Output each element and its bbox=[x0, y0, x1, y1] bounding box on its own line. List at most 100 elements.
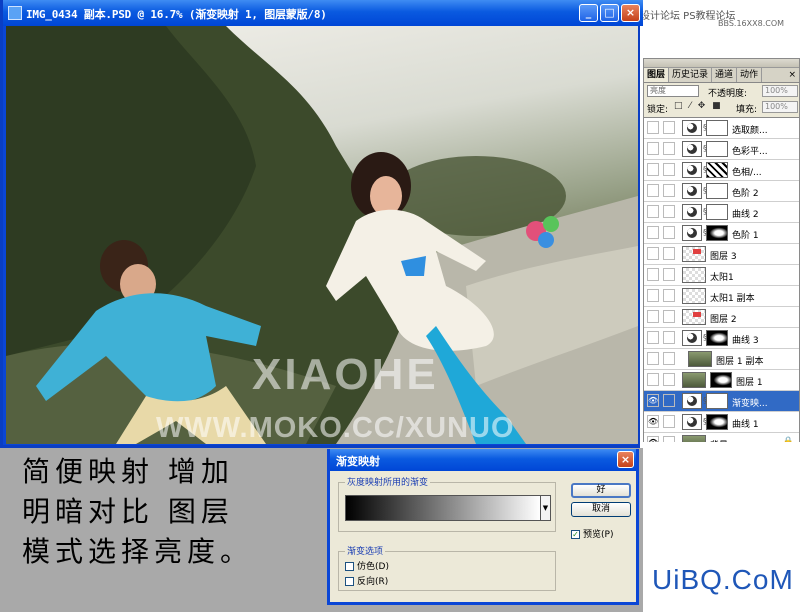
document-titlebar[interactable]: IMG_0434 副本.PSD @ 16.7% (渐变映射 1, 图层蒙版/8)… bbox=[3, 0, 643, 26]
layer-name: 色阶 2 bbox=[732, 189, 759, 199]
layer-mask-thumbnail[interactable] bbox=[706, 183, 728, 199]
fill-label: 填充: bbox=[736, 105, 758, 115]
document-window: IMG_0434 副本.PSD @ 16.7% (渐变映射 1, 图层蒙版/8)… bbox=[0, 0, 643, 448]
dither-option[interactable]: 仿色(D) bbox=[345, 559, 389, 572]
layer-name: 图层 1 bbox=[736, 378, 763, 388]
gradient-dropdown-icon[interactable]: ▼ bbox=[541, 495, 551, 521]
layer-row[interactable]: § 色彩平... bbox=[644, 139, 799, 160]
photo-watermark-main: XIAOHE bbox=[252, 350, 439, 399]
dither-checkbox[interactable] bbox=[345, 562, 354, 571]
dither-label: 仿色(D) bbox=[357, 562, 389, 572]
visibility-eye-icon[interactable] bbox=[647, 352, 659, 365]
gradient-map-dialog: 渐变映射 × 灰度映射所用的渐变 ▼ 渐变选项 仿色(D) 反向(R) 好 取消… bbox=[327, 449, 639, 605]
link-box[interactable] bbox=[663, 121, 675, 134]
visibility-eye-icon[interactable]: 👁 bbox=[647, 415, 659, 428]
caption-line-3: 模式选择亮度。 bbox=[22, 535, 254, 568]
layer-name: 渐变映... bbox=[732, 399, 768, 409]
visibility-eye-icon[interactable] bbox=[647, 289, 659, 302]
layer-row[interactable]: § 选取颜... bbox=[644, 118, 799, 139]
panel-header[interactable] bbox=[644, 59, 799, 68]
visibility-eye-icon[interactable] bbox=[647, 310, 659, 323]
layer-row[interactable]: § 色阶 1 bbox=[644, 223, 799, 244]
layer-row[interactable]: 👁 § 渐变映... bbox=[644, 391, 799, 412]
tab-history[interactable]: 历史记录 bbox=[669, 68, 713, 82]
layer-mask-thumbnail[interactable] bbox=[706, 414, 728, 430]
layer-mask-thumbnail[interactable] bbox=[706, 120, 728, 136]
layer-thumbnail[interactable] bbox=[682, 267, 706, 283]
reverse-option[interactable]: 反向(R) bbox=[345, 574, 388, 587]
layer-mask-thumbnail[interactable] bbox=[710, 372, 732, 388]
layer-thumbnail[interactable] bbox=[688, 351, 712, 367]
layer-row[interactable]: § 曲线 3 bbox=[644, 328, 799, 349]
dialog-titlebar[interactable]: 渐变映射 × bbox=[330, 449, 636, 471]
visibility-eye-icon[interactable] bbox=[647, 268, 659, 281]
layer-thumbnail[interactable] bbox=[682, 309, 706, 325]
layer-row[interactable]: 太阳1 bbox=[644, 265, 799, 286]
panel-close-icon[interactable]: × bbox=[785, 68, 799, 82]
tab-layers[interactable]: 图层 bbox=[644, 68, 670, 82]
link-box[interactable] bbox=[663, 373, 675, 386]
layer-thumbnail[interactable] bbox=[682, 288, 706, 304]
layer-row[interactable]: 太阳1 副本 bbox=[644, 286, 799, 307]
layer-row[interactable]: § 色阶 2 bbox=[644, 181, 799, 202]
layer-row[interactable]: 👁 § 曲线 1 bbox=[644, 412, 799, 433]
visibility-eye-icon[interactable] bbox=[647, 226, 659, 239]
link-box[interactable] bbox=[663, 394, 675, 407]
link-box[interactable] bbox=[663, 205, 675, 218]
dialog-close-button[interactable]: × bbox=[617, 451, 634, 468]
visibility-eye-icon[interactable] bbox=[647, 184, 659, 197]
canvas-photo[interactable]: XIAOHE WWW.MOKO.CC/XUNUO bbox=[6, 26, 638, 444]
preview-option[interactable]: ✓ 预览(P) bbox=[571, 527, 613, 540]
link-box[interactable] bbox=[663, 184, 675, 197]
minimize-button[interactable]: _ bbox=[579, 4, 598, 22]
layer-row[interactable]: 图层 1 副本 bbox=[644, 349, 799, 370]
layer-row[interactable]: 图层 3 bbox=[644, 244, 799, 265]
ok-button[interactable]: 好 bbox=[571, 483, 631, 498]
visibility-eye-icon[interactable] bbox=[647, 205, 659, 218]
layer-mask-thumbnail[interactable] bbox=[706, 225, 728, 241]
visibility-eye-icon[interactable] bbox=[647, 373, 659, 386]
fill-field[interactable]: 100% bbox=[762, 101, 798, 113]
tutorial-caption: 简便映射 增加 明暗对比 图层 模式选择亮度。 bbox=[22, 452, 332, 572]
gradient-preview-bar[interactable] bbox=[345, 495, 541, 521]
layer-thumbnail[interactable] bbox=[682, 372, 706, 388]
link-box[interactable] bbox=[663, 310, 675, 323]
link-box[interactable] bbox=[663, 415, 675, 428]
link-box[interactable] bbox=[663, 247, 675, 260]
layer-row[interactable]: 图层 1 bbox=[644, 370, 799, 391]
layer-mask-thumbnail[interactable] bbox=[706, 393, 728, 409]
link-box[interactable] bbox=[663, 142, 675, 155]
layer-row[interactable]: § 曲线 2 bbox=[644, 202, 799, 223]
reverse-checkbox[interactable] bbox=[345, 577, 354, 586]
maximize-button[interactable]: □ bbox=[600, 4, 619, 22]
link-box[interactable] bbox=[663, 331, 675, 344]
visibility-eye-icon[interactable] bbox=[647, 142, 659, 155]
link-box[interactable] bbox=[663, 352, 675, 365]
visibility-eye-icon[interactable] bbox=[647, 331, 659, 344]
tab-actions[interactable]: 动作 bbox=[737, 68, 763, 82]
blend-mode-select[interactable]: 亮度 bbox=[647, 85, 699, 97]
link-box[interactable] bbox=[663, 289, 675, 302]
layer-mask-thumbnail[interactable] bbox=[706, 204, 728, 220]
visibility-eye-icon[interactable] bbox=[647, 121, 659, 134]
layer-row[interactable]: 图层 2 bbox=[644, 307, 799, 328]
preview-label: 预览(P) bbox=[583, 530, 614, 540]
layer-thumbnail[interactable] bbox=[682, 246, 706, 262]
lock-options-icon[interactable]: □ ⁄ ✥ ■ bbox=[674, 101, 723, 111]
visibility-eye-icon[interactable] bbox=[647, 247, 659, 260]
close-button[interactable]: × bbox=[621, 4, 640, 22]
tab-channels[interactable]: 通道 bbox=[712, 68, 738, 82]
link-box[interactable] bbox=[663, 163, 675, 176]
preview-checkbox[interactable]: ✓ bbox=[571, 530, 580, 539]
opacity-field[interactable]: 100% bbox=[762, 85, 798, 97]
link-box[interactable] bbox=[663, 268, 675, 281]
layer-mask-thumbnail[interactable] bbox=[706, 330, 728, 346]
layer-row[interactable]: § 色相/... bbox=[644, 160, 799, 181]
layer-mask-thumbnail[interactable] bbox=[706, 141, 728, 157]
visibility-eye-icon[interactable] bbox=[647, 163, 659, 176]
cancel-button[interactable]: 取消 bbox=[571, 502, 631, 517]
layer-name: 曲线 3 bbox=[732, 336, 759, 346]
visibility-eye-icon[interactable]: 👁 bbox=[647, 394, 659, 407]
link-box[interactable] bbox=[663, 226, 675, 239]
layer-mask-thumbnail[interactable] bbox=[706, 162, 728, 178]
